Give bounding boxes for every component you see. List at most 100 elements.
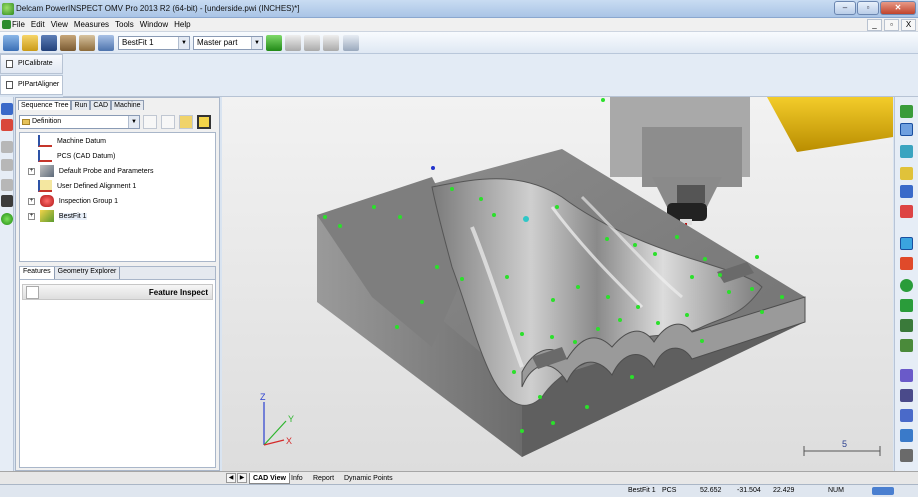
wizard-icon[interactable] (3, 35, 19, 51)
menu-bar: File Edit View Measures Tools Window Hel… (0, 18, 918, 32)
plugin-tab-picalibrate[interactable]: PICalibrate (0, 54, 63, 74)
menu-view[interactable]: View (50, 20, 69, 29)
maximize-button[interactable]: ▫ (857, 1, 879, 15)
mdi-minimize-button[interactable]: _ (867, 19, 882, 31)
tree-item-user-alignment[interactable]: User Defined Alignment 1 (38, 180, 136, 194)
measure-icon[interactable] (1, 103, 13, 115)
tab-cad[interactable]: CAD (90, 100, 112, 110)
app-icon (2, 3, 14, 15)
point-icon[interactable] (1, 195, 13, 207)
status-indicator-icon (872, 487, 894, 495)
clip-icon[interactable] (900, 449, 913, 462)
view-iso-icon[interactable] (900, 185, 913, 198)
colour-map-icon[interactable] (900, 409, 913, 422)
section-icon[interactable] (900, 369, 913, 382)
tab-info[interactable]: Info (288, 473, 306, 484)
alignment-select-value: BestFit 1 (122, 38, 154, 47)
highlight-button[interactable] (197, 115, 211, 129)
tree-item-bestfit[interactable]: + BestFit 1 (28, 210, 87, 224)
run-icon[interactable] (266, 35, 282, 51)
probe-toggle-icon[interactable] (900, 257, 913, 270)
step-icon[interactable] (285, 35, 301, 51)
cad-tool-icon[interactable] (79, 35, 95, 51)
cad-select[interactable]: Master part ▼ (193, 36, 263, 50)
surface-icon[interactable] (900, 429, 913, 442)
tree-item-probe-parameters[interactable]: + Default Probe and Parameters (28, 165, 153, 179)
align-icon[interactable] (1, 119, 13, 131)
open-folder-icon[interactable] (22, 35, 38, 51)
grid-icon[interactable] (900, 299, 913, 312)
view-mode-value: Definition (32, 118, 62, 125)
axis-z-label: Z (260, 392, 266, 402)
probe-tool-icon[interactable] (60, 35, 76, 51)
pin-icon (6, 81, 13, 89)
zoom-fit-icon[interactable] (900, 105, 913, 118)
tab-report[interactable]: Report (310, 473, 337, 484)
zoom-box-icon[interactable] (900, 123, 913, 136)
probe-up-icon[interactable] (323, 35, 339, 51)
chevron-down-icon[interactable]: ▼ (178, 37, 189, 49)
open-folder-button[interactable] (179, 115, 193, 129)
cad-model-view[interactable]: Z Y X 5 (222, 97, 893, 471)
settings-icon[interactable] (343, 35, 359, 51)
pin-view-icon[interactable] (900, 389, 913, 402)
tree-item-label: Machine Datum (56, 138, 106, 145)
probe-down-icon[interactable] (304, 35, 320, 51)
tab-dynamic-points[interactable]: Dynamic Points (341, 473, 396, 484)
tab-geometry-explorer[interactable]: Geometry Explorer (55, 267, 121, 279)
expand-icon[interactable]: + (28, 212, 35, 220)
chevron-down-icon[interactable]: ▼ (128, 116, 139, 128)
minimize-button[interactable]: – (834, 1, 856, 15)
tab-cad-view[interactable]: CAD View (249, 473, 290, 484)
menu-help[interactable]: Help (173, 20, 191, 29)
tab-machine[interactable]: Machine (111, 100, 144, 110)
rotate-icon[interactable] (900, 145, 913, 158)
expand-icon[interactable]: + (28, 197, 35, 205)
cad-viewport[interactable]: Z Y X 5 (222, 97, 893, 471)
menu-edit[interactable]: Edit (30, 20, 46, 29)
menu-tools[interactable]: Tools (114, 20, 135, 29)
scale-label: 5 (842, 439, 847, 449)
sphere-view-icon[interactable] (900, 279, 913, 292)
tab-features[interactable]: Features (20, 267, 55, 279)
status-coordinate-system: PCS (662, 487, 677, 494)
menu-file[interactable]: File (11, 20, 26, 29)
title-bar: Delcam PowerINSPECT OMV Pro 2013 R2 (64-… (0, 0, 918, 18)
tree-item-inspection-group[interactable]: + Inspection Group 1 (28, 195, 118, 209)
menu-measures[interactable]: Measures (73, 20, 110, 29)
alignment-select[interactable]: BestFit 1 ▼ (118, 36, 190, 50)
tree-item-machine-datum[interactable]: Machine Datum (38, 135, 106, 149)
feature-icon[interactable] (1, 141, 13, 153)
document-icon[interactable] (2, 20, 11, 29)
plane-icon[interactable] (1, 179, 13, 191)
group-icon[interactable] (1, 159, 13, 171)
plugin-tab-pipartaligner[interactable]: PIPartAligner (0, 75, 63, 95)
add-item-button[interactable] (143, 115, 157, 129)
probe-icon (39, 165, 54, 178)
expand-icon[interactable]: + (28, 167, 35, 175)
sequence-tree[interactable]: Machine Datum PCS (CAD Datum) + Default … (19, 132, 216, 262)
close-button[interactable]: ✕ (880, 1, 916, 15)
tab-prev-button[interactable]: ◀ (226, 473, 236, 483)
mdi-close-button[interactable]: X (901, 19, 916, 31)
feature-inspect-icon[interactable] (26, 286, 39, 299)
tab-run[interactable]: Run (71, 100, 91, 110)
cpr-icon[interactable] (900, 319, 913, 332)
mdi-restore-button[interactable]: ▫ (884, 19, 899, 31)
view-front-icon[interactable] (900, 205, 913, 218)
sphere-icon[interactable] (1, 213, 13, 225)
chevron-down-icon[interactable]: ▼ (251, 37, 262, 49)
new-folder-button[interactable] (161, 115, 175, 129)
view-z-icon[interactable] (900, 167, 913, 180)
tab-next-button[interactable]: ▶ (237, 473, 247, 483)
bottom-left-strip (0, 471, 222, 484)
save-icon[interactable] (41, 35, 57, 51)
menu-window[interactable]: Window (139, 20, 169, 29)
points-toggle-icon[interactable] (900, 237, 913, 250)
label-icon[interactable] (900, 339, 913, 352)
datum-icon (38, 150, 52, 163)
tree-item-pcs[interactable]: PCS (CAD Datum) (38, 150, 115, 164)
report-icon[interactable] (98, 35, 114, 51)
tab-sequence-tree[interactable]: Sequence Tree (18, 100, 72, 110)
view-mode-select[interactable]: Definition ▼ (19, 115, 140, 129)
